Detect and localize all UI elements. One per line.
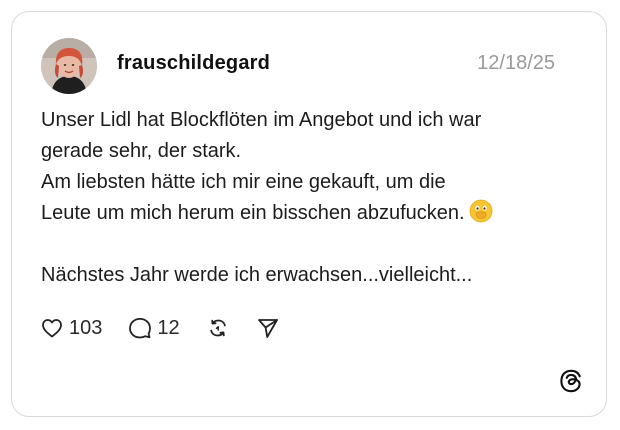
post-text-line-with-emoji: Leute um mich herum ein bisschen abzufuc… (41, 198, 581, 229)
repost-button[interactable] (206, 316, 230, 340)
avatar-photo (41, 38, 97, 94)
share-button[interactable] (256, 316, 280, 340)
post-card: frauschildegard 12/18/25 Unser Lidl hat … (11, 11, 607, 417)
post-text-line: Am liebsten hätte ich mir eine gekauft, … (41, 171, 446, 193)
like-count: 103 (69, 316, 103, 339)
post-text-line: Nächstes Jahr werde ich erwachsen...viel… (41, 264, 473, 286)
send-icon (256, 316, 280, 340)
username[interactable]: frauschildegard (117, 52, 270, 75)
reply-count: 12 (157, 316, 180, 339)
post-text-line-text: Leute um mich herum ein bisschen abzufuc… (41, 202, 465, 224)
post-text-line: Unser Lidl hat Blockflöten im Angebot un… (41, 109, 482, 131)
reply-button[interactable]: 12 (128, 316, 180, 340)
post-text-line: gerade sehr, der stark. (41, 140, 242, 162)
post-date: 12/18/25 (477, 52, 555, 74)
face-with-hand-over-mouth-emoji-icon (469, 199, 493, 223)
heart-icon (40, 316, 64, 340)
like-button[interactable]: 103 (40, 316, 102, 340)
post-text: Unser Lidl hat Blockflöten im Angebot un… (41, 105, 581, 291)
avatar[interactable] (41, 38, 97, 94)
post-actions: 103 12 (40, 313, 280, 343)
threads-logo-icon[interactable] (558, 368, 584, 394)
post-text-blank-line (41, 229, 581, 260)
comment-bubble-icon (128, 316, 152, 340)
repost-icon (206, 316, 230, 340)
